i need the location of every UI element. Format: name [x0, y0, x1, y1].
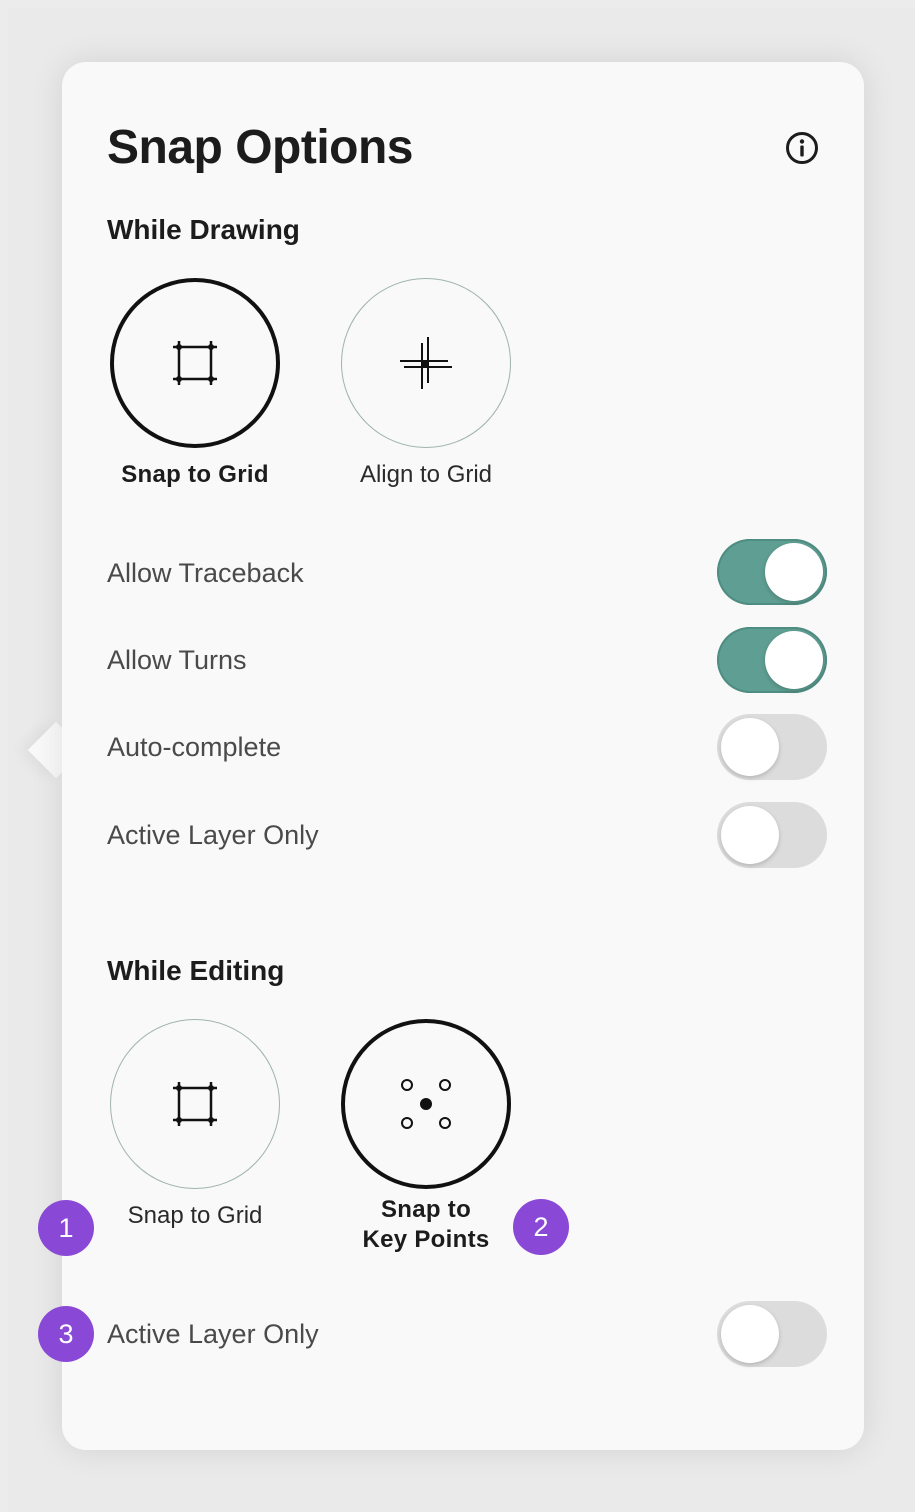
snap-grid-icon [173, 1082, 217, 1126]
auto-complete-toggle[interactable] [717, 714, 827, 780]
info-circle-icon [786, 132, 818, 164]
drawing-active-layer-only-label: Active Layer Only [107, 820, 319, 850]
callout-badge-2: 2 [513, 1199, 569, 1255]
snap-grid-icon [173, 341, 217, 385]
editing-active-layer-only-label: Active Layer Only [107, 1319, 319, 1349]
drawing-align-to-grid-option[interactable]: Align to Grid [306, 278, 546, 490]
option-circle [341, 278, 511, 448]
while-drawing-heading: While Drawing [107, 214, 300, 245]
option-label: Snap to Key Points [362, 1196, 490, 1253]
toggle-knob [721, 718, 779, 776]
drawing-snap-to-grid-option[interactable]: Snap to Grid [75, 278, 315, 490]
key-points-icon [401, 1079, 451, 1129]
option-circle [110, 1019, 280, 1189]
toggle-knob [721, 806, 779, 864]
option-label: Snap to Grid [127, 1202, 263, 1229]
allow-turns-label: Allow Turns [107, 645, 247, 675]
option-label: Align to Grid [359, 461, 493, 488]
align-grid-icon [400, 337, 452, 389]
editing-snap-to-grid-option[interactable]: Snap to Grid [75, 1019, 315, 1231]
allow-traceback-label: Allow Traceback [107, 558, 304, 588]
page-title: Snap Options [107, 121, 414, 174]
drawing-active-layer-only-toggle[interactable] [717, 802, 827, 868]
toggle-knob [765, 543, 823, 601]
while-editing-heading: While Editing [107, 955, 285, 986]
option-label: Snap to Grid [121, 461, 269, 488]
allow-traceback-toggle[interactable] [717, 539, 827, 605]
option-circle [341, 1019, 511, 1189]
editing-snap-to-key-points-option[interactable]: Snap to Key Points [306, 1019, 546, 1255]
callout-badge-3: 3 [38, 1306, 94, 1362]
auto-complete-label: Auto-complete [107, 732, 282, 762]
callout-badge-1: 1 [38, 1200, 94, 1256]
editing-active-layer-only-toggle[interactable] [717, 1301, 827, 1367]
info-button[interactable] [784, 130, 820, 166]
toggle-knob [765, 631, 823, 689]
allow-turns-toggle[interactable] [717, 627, 827, 693]
option-circle [110, 278, 280, 448]
toggle-knob [721, 1305, 779, 1363]
